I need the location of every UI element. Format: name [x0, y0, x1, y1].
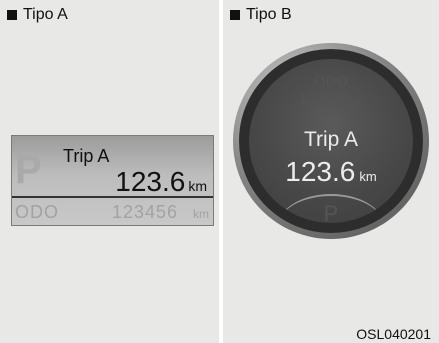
tipo-b-heading-text: Tipo B	[246, 6, 292, 23]
tipo-a-heading-text: Tipo A	[23, 6, 68, 23]
trip-unit: km	[188, 178, 207, 194]
odo-label: ODO	[15, 202, 60, 222]
trip-lcd-display: P Trip A 123.6 km ODO 123456 km	[11, 135, 214, 226]
bullet-square-icon	[230, 10, 240, 20]
trip-readout: 123.6 km	[249, 156, 413, 188]
odo-unit: km	[193, 207, 209, 221]
odo-label: ODO	[313, 73, 349, 90]
lcd-divider	[12, 196, 213, 198]
display-face: ODO 123456km Trip A 123.6 km P	[249, 59, 413, 223]
tipo-a-heading: Tipo A	[7, 6, 68, 24]
bullet-square-icon	[7, 10, 17, 20]
odo-readout: 123456km	[249, 90, 413, 107]
odo-value: 123456	[112, 202, 179, 222]
figure-code: OSL040201	[356, 326, 431, 342]
round-trip-display: ODO 123456km Trip A 123.6 km P	[233, 43, 429, 239]
odo-unit: km	[349, 95, 363, 106]
tipo-b-heading: Tipo B	[230, 6, 292, 24]
park-indicator: P	[323, 201, 339, 223]
odo-value: 123456	[299, 90, 350, 107]
trip-readout: 123.6 km	[115, 166, 207, 198]
trip-value: 123.6	[115, 166, 186, 197]
panel-tipo-b: Tipo B ODO 123456km Trip A 123.6 km P	[223, 0, 439, 343]
trip-label: Trip A	[63, 146, 110, 166]
panel-tipo-a: Tipo A P Trip A 123.6 km ODO 123456 km	[0, 0, 219, 343]
trip-value: 123.6	[285, 156, 356, 187]
park-indicator: P	[15, 148, 42, 192]
trip-label: Trip A	[303, 128, 359, 151]
trip-unit: km	[359, 169, 377, 184]
